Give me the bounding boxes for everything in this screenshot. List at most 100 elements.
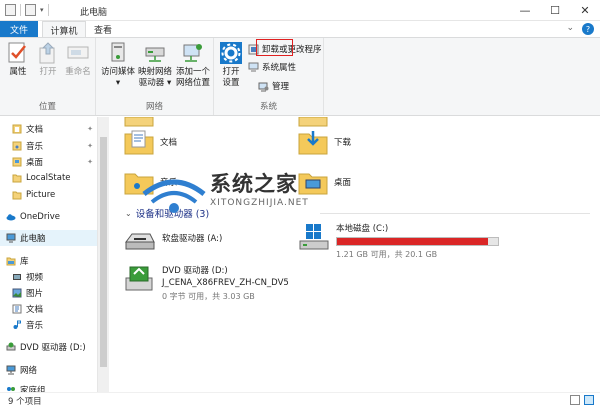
homegroup-icon [7, 387, 15, 391]
nav-item-this-pc[interactable]: 此电脑 [0, 230, 97, 246]
system-properties-icon [248, 62, 259, 71]
new-folder-quick-icon[interactable] [25, 4, 36, 16]
ribbon-group-network: 访问媒体 ▾ 映射网络 驱动器 ▾ 添加一个 网络位置 网络 [96, 38, 214, 115]
view-toggle [570, 395, 594, 405]
computer-management-icon [258, 82, 269, 91]
nav-item-dvd-drive[interactable]: DVD 驱动器 (D:) [0, 339, 97, 355]
library-icon [6, 257, 16, 266]
ribbon-group-label: 网络 [145, 102, 163, 112]
dvd-drive-icon [6, 342, 16, 351]
tab-computer[interactable]: 计算机 [42, 21, 86, 38]
pin-icon: ✦ [87, 125, 93, 133]
nav-item-desktop-pinned[interactable]: 桌面 ✦ [0, 154, 97, 170]
ribbon-tabs: 文件 计算机 查看 ⌄ ? [0, 21, 600, 38]
item-count: 9 个项目 [8, 397, 42, 407]
ribbon-group-label: 位置 [38, 102, 56, 112]
manage-button[interactable]: 管理 [258, 80, 289, 92]
folder-item-downloads[interactable]: 下载 [298, 129, 351, 155]
disk-usage-fill [337, 238, 489, 245]
network-location-icon [183, 44, 202, 62]
collapse-ribbon-icon[interactable]: ⌄ [566, 23, 574, 35]
music-folder-icon [124, 173, 154, 195]
desktop-icon [12, 157, 22, 167]
nav-item-homegroup[interactable]: 家庭组 [0, 382, 97, 392]
nav-pane-scrollbar[interactable] [97, 117, 109, 392]
nav-item-music-pinned[interactable]: 音乐 ✦ [0, 138, 97, 154]
folder-item[interactable] [298, 117, 334, 127]
folder-item[interactable] [124, 117, 160, 127]
folder-icon [12, 191, 22, 200]
documents-icon [12, 124, 22, 134]
navigation-pane: 文档 ✦ 音乐 ✦ 桌面 ✦ LocalState Picture OneDri… [0, 117, 97, 392]
downloads-folder-icon [298, 131, 328, 155]
properties-icon [8, 42, 26, 63]
tab-file[interactable]: 文件 [0, 21, 38, 37]
pin-icon: ✦ [87, 158, 93, 166]
window-controls: — ☐ ✕ [510, 0, 600, 20]
open-settings-button[interactable]: 打开 设置 [216, 41, 246, 89]
help-icon[interactable]: ? [582, 23, 594, 35]
quick-access-toolbar: ▾ [5, 4, 49, 16]
window-title: 此电脑 [80, 8, 108, 18]
nav-item-documents-pinned[interactable]: 文档 ✦ [0, 121, 97, 137]
nav-item-library-documents[interactable]: 文档 [0, 301, 97, 317]
add-network-location-button[interactable]: 添加一个 网络位置 [174, 41, 212, 89]
section-divider [320, 213, 590, 214]
drive-local-c[interactable]: 本地磁盘 (C:) 1.21 GB 可用，共 20.1 GB [298, 222, 499, 260]
ribbon-group-location: 属性 打开 重命名 位置 [0, 38, 96, 115]
manage-highlight-box [256, 39, 293, 56]
access-media-button[interactable]: 访问媒体 ▾ [100, 41, 136, 89]
folder-icon [12, 174, 22, 183]
folder-item-documents[interactable]: 文档 [124, 129, 177, 155]
nav-item-network[interactable]: 网络 [0, 362, 97, 378]
folder-item-music[interactable]: 音乐 [124, 169, 177, 195]
toolbar-separator [20, 4, 21, 16]
music-icon [13, 320, 21, 329]
videos-icon [13, 274, 21, 280]
folder-item-desktop[interactable]: 桌面 [298, 169, 351, 195]
content-pane: 文档 下载 音乐 桌面 ⌄ 设备和驱动器 (3) 软盘驱动器 (A:) 本地磁盘… [110, 117, 600, 392]
toolbar-separator [47, 4, 49, 16]
nav-item-onedrive[interactable]: OneDrive [0, 209, 97, 225]
customize-quick-access-icon[interactable]: ▾ [40, 6, 44, 14]
nav-item-library-music[interactable]: 音乐 [0, 317, 97, 333]
status-bar: 9 个项目 [0, 392, 600, 407]
tiles-view-icon[interactable] [584, 395, 594, 405]
properties-quick-icon[interactable] [5, 4, 16, 16]
tab-view[interactable]: 查看 [88, 21, 118, 37]
ribbon: 属性 打开 重命名 位置 访问媒体 ▾ 映射网络 驱动器 ▾ 添加一个 网络位置… [0, 37, 600, 116]
ribbon-controls: ⌄ ? [566, 23, 594, 35]
system-properties-button[interactable]: 系统属性 [248, 61, 296, 73]
nav-item-picture[interactable]: Picture [0, 187, 97, 203]
documents-folder-icon [124, 130, 154, 155]
nav-item-videos[interactable]: 视频 [0, 269, 97, 285]
drive-dvd-d[interactable]: DVD 驱动器 (D:) J_CENA_X86FREV_ZH-CN_DV5 0 … [124, 264, 289, 302]
rename-button[interactable]: 重命名 [63, 41, 93, 78]
pictures-icon [12, 288, 22, 298]
dvd-drive-icon [125, 266, 153, 291]
folder-icon [124, 117, 154, 127]
nav-item-libraries[interactable]: 库 [0, 253, 97, 269]
properties-button[interactable]: 属性 [5, 41, 31, 78]
floppy-drive-icon [125, 233, 155, 250]
documents-icon [12, 304, 22, 314]
nav-item-pictures[interactable]: 图片 [0, 285, 97, 301]
local-disk-icon [299, 224, 329, 250]
drive-floppy-a[interactable]: 软盘驱动器 (A:) [124, 224, 222, 252]
nav-item-localstate[interactable]: LocalState [0, 170, 97, 186]
close-button[interactable]: ✕ [570, 0, 600, 20]
music-icon [12, 141, 22, 151]
media-server-icon [111, 42, 125, 62]
open-button[interactable]: 打开 [35, 41, 61, 78]
onedrive-cloud-icon [6, 214, 16, 221]
minimize-button[interactable]: — [510, 0, 540, 20]
maximize-button[interactable]: ☐ [540, 0, 570, 20]
desktop-folder-icon [298, 173, 328, 195]
details-view-icon[interactable] [570, 395, 580, 405]
map-network-drive-button[interactable]: 映射网络 驱动器 ▾ [136, 41, 174, 89]
scrollbar-thumb[interactable] [100, 137, 107, 367]
settings-gear-icon [220, 42, 242, 64]
chevron-down-icon: ⌄ [125, 208, 132, 218]
devices-section-header[interactable]: ⌄ 设备和驱动器 (3) [125, 206, 209, 221]
title-bar: ▾ 此电脑 — ☐ ✕ [0, 0, 600, 21]
